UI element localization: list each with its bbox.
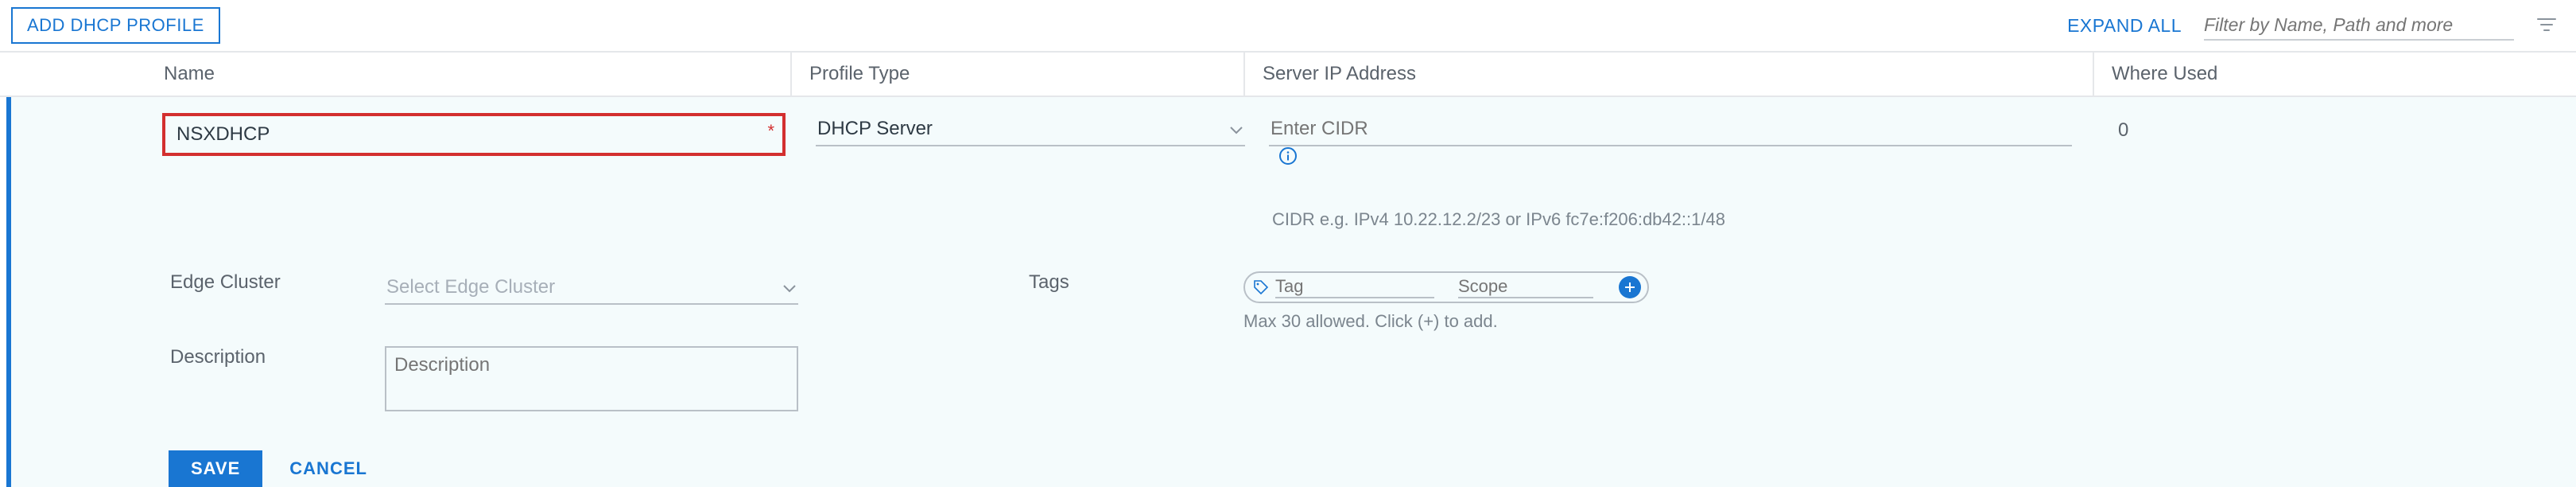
chevron-down-icon — [782, 276, 797, 298]
tags-pill — [1243, 271, 1649, 303]
tag-icon — [1253, 279, 1269, 295]
edge-cluster-select[interactable]: Select Edge Cluster — [385, 271, 798, 305]
cancel-link[interactable]: CANCEL — [289, 458, 367, 479]
edge-cluster-placeholder: Select Edge Cluster — [386, 276, 555, 298]
chevron-down-icon — [1229, 118, 1243, 140]
info-icon[interactable] — [1278, 146, 1298, 171]
edit-row: * DHCP Server CIDR e.g. IPv4 10.22.12.2/… — [6, 97, 2576, 487]
column-server-ip: Server IP Address — [1245, 53, 2094, 95]
expand-all-link[interactable]: EXPAND ALL — [2067, 15, 2182, 37]
description-label: Description — [162, 346, 385, 368]
table-header: Name Profile Type Server IP Address Wher… — [0, 51, 2576, 97]
save-button[interactable]: SAVE — [169, 450, 262, 487]
server-ip-note: CIDR e.g. IPv4 10.22.12.2/23 or IPv6 fc7… — [1269, 209, 2101, 230]
name-input[interactable] — [165, 123, 782, 146]
name-input-highlight: * — [162, 113, 786, 156]
required-indicator: * — [767, 121, 774, 142]
column-name: Name — [156, 53, 792, 95]
profile-type-select[interactable]: DHCP Server — [816, 113, 1245, 146]
column-where-used: Where Used — [2094, 63, 2576, 85]
profile-type-value: DHCP Server — [817, 118, 933, 140]
tags-label: Tags — [798, 271, 1069, 294]
add-tag-button[interactable] — [1619, 276, 1641, 298]
where-used-value: 0 — [2101, 113, 2128, 142]
tag-input[interactable] — [1275, 276, 1434, 298]
scope-input[interactable] — [1458, 276, 1593, 298]
add-dhcp-profile-button[interactable]: ADD DHCP PROFILE — [11, 7, 220, 44]
column-profile-type: Profile Type — [792, 53, 1245, 95]
filter-icon[interactable] — [2536, 13, 2557, 38]
edge-cluster-label: Edge Cluster — [162, 271, 385, 294]
server-ip-input[interactable] — [1269, 113, 2072, 146]
filter-input[interactable] — [2204, 11, 2514, 41]
description-textarea[interactable] — [385, 346, 798, 411]
tags-note: Max 30 allowed. Click (+) to add. — [1243, 311, 1649, 332]
